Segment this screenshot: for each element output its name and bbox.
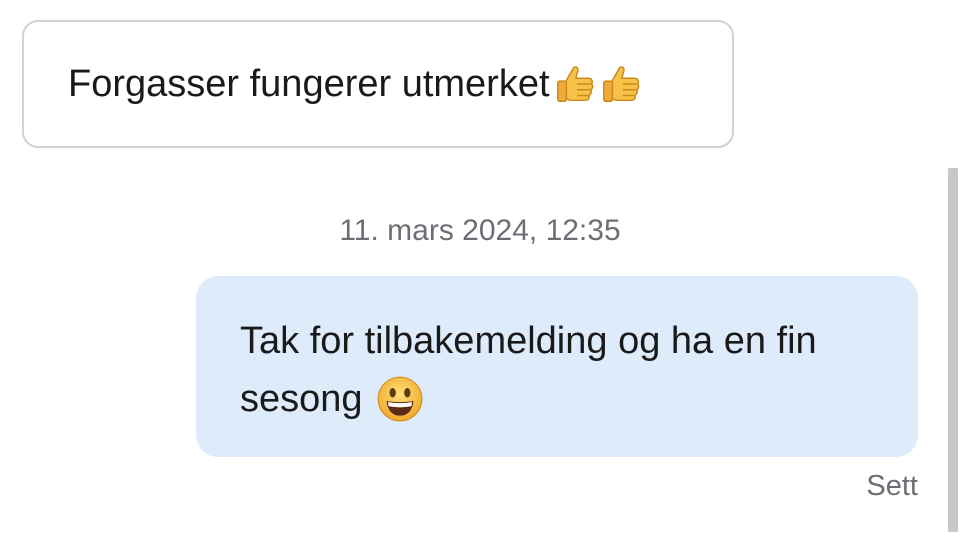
outgoing-message-line-2: sesong xyxy=(240,378,363,420)
outgoing-message-line-2-row: sesong xyxy=(240,370,874,428)
thumbs-up-icon xyxy=(556,66,593,102)
thumbs-up-icon xyxy=(602,66,639,102)
message-timestamp: 11. mars 2024, 12:35 xyxy=(339,214,621,247)
scrollbar[interactable] xyxy=(948,168,958,532)
incoming-message-text: Forgasser fungerer utmerket xyxy=(68,63,550,105)
outgoing-message-line-1: Tak for tilbakemelding og ha en fin xyxy=(240,320,817,362)
chat-thread: Forgasser fungerer utmerket 11. mars 202… xyxy=(0,0,960,555)
grinning-face-icon xyxy=(377,376,422,422)
read-status: Sett xyxy=(866,470,918,502)
incoming-message-bubble[interactable]: Forgasser fungerer utmerket xyxy=(22,20,734,148)
emoji-group xyxy=(552,61,644,107)
outgoing-message-bubble[interactable]: Tak for tilbakemelding og ha en fin seso… xyxy=(196,276,918,457)
